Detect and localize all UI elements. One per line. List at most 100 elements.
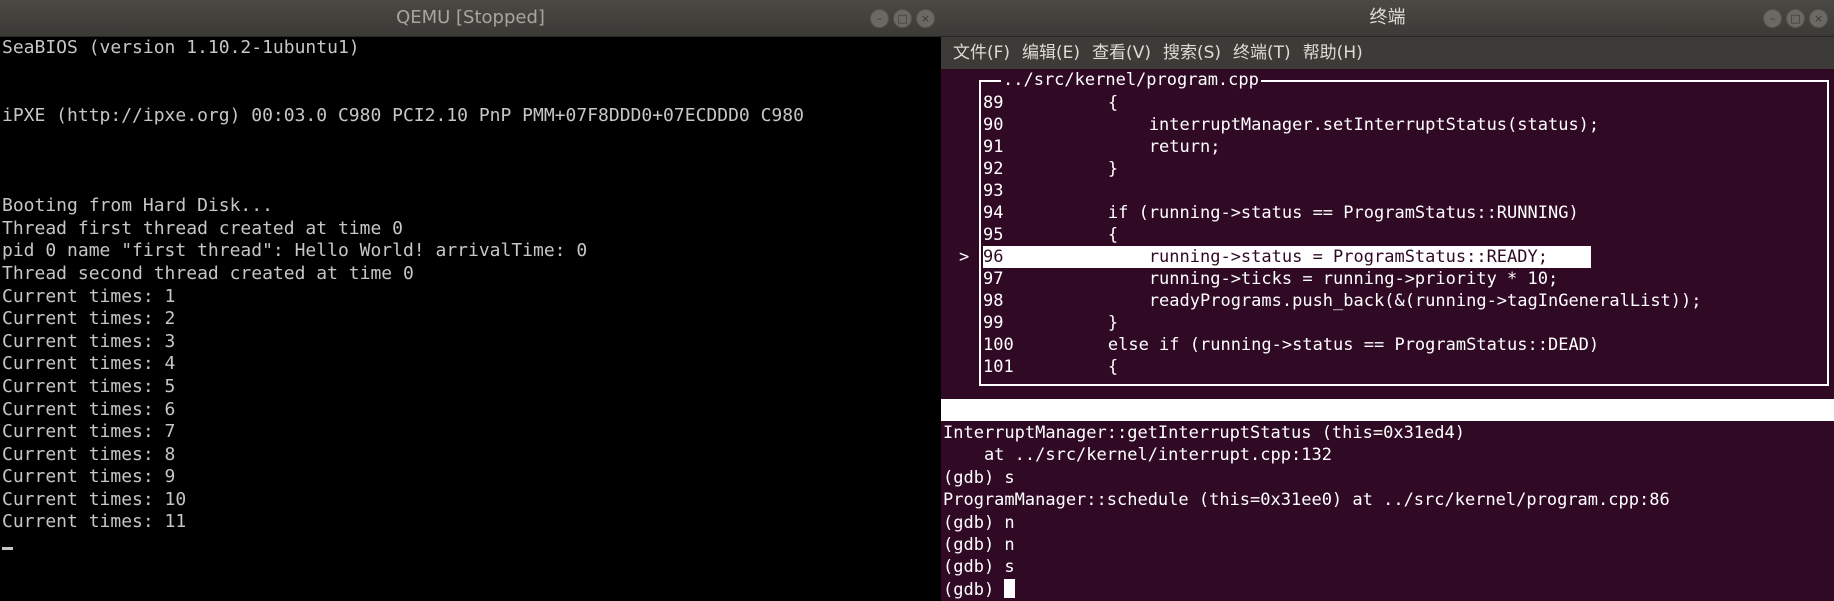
line-number: 92 — [983, 159, 1004, 179]
source-code: return; — [1026, 137, 1221, 157]
source-line: 97 running->ticks = running->priority * … — [983, 268, 1558, 290]
gdb-console[interactable]: InterruptManager::getInterruptStatus (th… — [943, 422, 1670, 601]
gdb-output-line: InterruptManager::getInterruptStatus (th… — [943, 423, 1465, 443]
terminal-close-button[interactable]: × — [1809, 9, 1828, 28]
qemu-screen-line: Thread first thread created at time 0 — [2, 217, 403, 239]
qemu-maximize-button[interactable]: □ — [893, 9, 912, 28]
terminal-titlebar[interactable]: 终端 – □ × — [941, 0, 1834, 37]
source-code: running->status = ProgramStatus::READY; — [1026, 247, 1548, 267]
qemu-window[interactable]: QEMU [Stopped] – □ × SeaBIOS (version 1.… — [0, 0, 941, 601]
gdb-output-line: (gdb) n — [943, 512, 1015, 533]
terminal-minimize-button[interactable]: – — [1763, 9, 1782, 28]
qemu-screen-line — [2, 173, 941, 196]
source-line: 93 — [983, 180, 1026, 202]
menu-help[interactable]: 帮助(H) — [1297, 37, 1369, 69]
line-number: 99 — [983, 313, 1004, 333]
source-code: readyPrograms.push_back(&(running->tagIn… — [1026, 291, 1702, 311]
terminal-cursor — [1004, 578, 1016, 598]
qemu-close-button[interactable]: × — [916, 9, 935, 28]
source-code: running->ticks = running->priority * 10; — [1026, 269, 1559, 289]
menu-view[interactable]: 查看(V) — [1086, 37, 1157, 69]
gdb-output-line: ProgramManager::schedule (this=0x31ee0) … — [943, 490, 1670, 511]
line-number: 101 — [983, 357, 1014, 377]
qemu-text-cursor — [2, 547, 13, 551]
source-code: { — [1026, 225, 1119, 245]
terminal-title: 终端 — [1369, 7, 1406, 28]
gdb-source-panel[interactable]: ../src/kernel/program.cpp 89 {90 interru… — [959, 70, 1829, 386]
source-code: } — [1026, 313, 1119, 333]
qemu-screen-line: Current times: 3 — [2, 330, 176, 352]
qemu-screen-line — [2, 150, 941, 173]
qemu-screen-line: Current times: 9 — [2, 466, 176, 488]
qemu-screen-line: Current times: 11 — [2, 511, 187, 533]
gdb-status-bar: remote Thread 1 In: ProgramManager::sche… — [941, 399, 1834, 464]
qemu-screen-line: Current times: 5 — [2, 375, 176, 397]
gdb-output-line: (gdb) s — [943, 467, 1015, 488]
line-number: 94 — [983, 203, 1004, 223]
line-number: 100 — [983, 335, 1014, 355]
source-line: 92 } — [983, 158, 1118, 180]
terminal-menubar: 文件(F) 编辑(E) 查看(V) 搜索(S) 终端(T) 帮助(H) — [941, 37, 1834, 69]
source-file-title: ../src/kernel/program.cpp — [1001, 70, 1261, 90]
line-number: 89 — [983, 93, 1004, 113]
gdb-prompt: (gdb) — [943, 579, 1005, 600]
line-number: 95 — [983, 225, 1004, 245]
terminal-maximize-button[interactable]: □ — [1786, 9, 1805, 28]
source-code: { — [1026, 93, 1119, 113]
source-code: } — [1026, 159, 1119, 179]
qemu-screen-line: Current times: 7 — [2, 421, 176, 443]
qemu-screen-line — [2, 127, 941, 150]
qemu-titlebar[interactable]: QEMU [Stopped] – □ × — [0, 0, 941, 37]
source-code: { — [1026, 357, 1119, 377]
qemu-screen-line: Booting from Hard Disk... — [2, 195, 273, 217]
line-number: 91 — [983, 137, 1004, 157]
source-line: 96 running->status = ProgramStatus::READ… — [983, 246, 1591, 268]
status-pc: PC: 0x202dc — [1697, 444, 1810, 464]
qemu-screen[interactable]: SeaBIOS (version 1.10.2-1ubuntu1) iPXE (… — [0, 37, 941, 557]
source-line: 94 if (running->status == ProgramStatus:… — [983, 202, 1579, 224]
qemu-screen-line: Current times: 4 — [2, 353, 176, 375]
qemu-screen-line: Current times: 8 — [2, 443, 176, 465]
gdb-output: InterruptManager::getInterruptStatus (th… — [943, 422, 1670, 579]
source-line: 89 { — [983, 92, 1118, 114]
menu-terminal[interactable]: 终端(T) — [1227, 37, 1297, 69]
menu-search[interactable]: 搜索(S) — [1157, 37, 1227, 69]
terminal-window-controls: – □ × — [1763, 9, 1828, 28]
qemu-minimize-button[interactable]: – — [870, 9, 889, 28]
source-line: 101 { — [983, 356, 1118, 378]
current-line-marker: > — [959, 247, 970, 267]
qemu-screen-line: Current times: 6 — [2, 398, 176, 420]
line-number: 90 — [983, 115, 1004, 135]
source-line: 100 else if (running->status == ProgramS… — [983, 334, 1599, 356]
source-line: 90 interruptManager.setInterruptStatus(s… — [983, 114, 1599, 136]
qemu-title: QEMU [Stopped] — [396, 7, 545, 28]
line-number: 96 — [983, 247, 1004, 267]
qemu-screen-line: Current times: 10 — [2, 488, 187, 510]
qemu-screen-line: Current times: 1 — [2, 285, 176, 307]
source-line: 95 { — [983, 224, 1118, 246]
qemu-window-controls: – □ × — [870, 9, 935, 28]
gdb-output-line: (gdb) s — [943, 557, 1015, 578]
menu-edit[interactable]: 编辑(E) — [1016, 37, 1086, 69]
line-number: 93 — [983, 181, 1004, 201]
line-number: 98 — [983, 291, 1004, 311]
source-code: if (running->status == ProgramStatus::RU… — [1026, 203, 1579, 223]
qemu-screen-line: iPXE (http://ipxe.org) 00:03.0 C980 PCI2… — [2, 104, 804, 126]
source-line: 91 return; — [983, 136, 1220, 158]
qemu-screen-line: Thread second thread created at time 0 — [2, 262, 414, 284]
qemu-screen-line — [2, 60, 941, 83]
source-code: else if (running->status == ProgramStatu… — [1026, 335, 1600, 355]
qemu-screen-line: SeaBIOS (version 1.10.2-1ubuntu1) — [2, 37, 360, 58]
menu-file[interactable]: 文件(F) — [947, 37, 1016, 69]
terminal-window[interactable]: 终端 – □ × 文件(F) 编辑(E) 查看(V) 搜索(S) 终端(T) 帮… — [941, 0, 1834, 601]
qemu-screen-line — [2, 82, 941, 105]
qemu-screen-line: pid 0 name "first thread": Hello World! … — [2, 240, 588, 262]
source-line: 98 readyPrograms.push_back(&(running->ta… — [983, 290, 1702, 312]
source-code: interruptManager.setInterruptStatus(stat… — [1026, 115, 1600, 135]
qemu-screen-text: SeaBIOS (version 1.10.2-1ubuntu1) iPXE (… — [2, 37, 941, 534]
line-number: 97 — [983, 269, 1004, 289]
gdb-output-line: at ../src/kernel/interrupt.cpp:132 — [943, 445, 1332, 466]
qemu-screen-line: Current times: 2 — [2, 308, 176, 330]
source-line: 99 } — [983, 312, 1118, 334]
gdb-output-line: (gdb) n — [943, 535, 1015, 556]
